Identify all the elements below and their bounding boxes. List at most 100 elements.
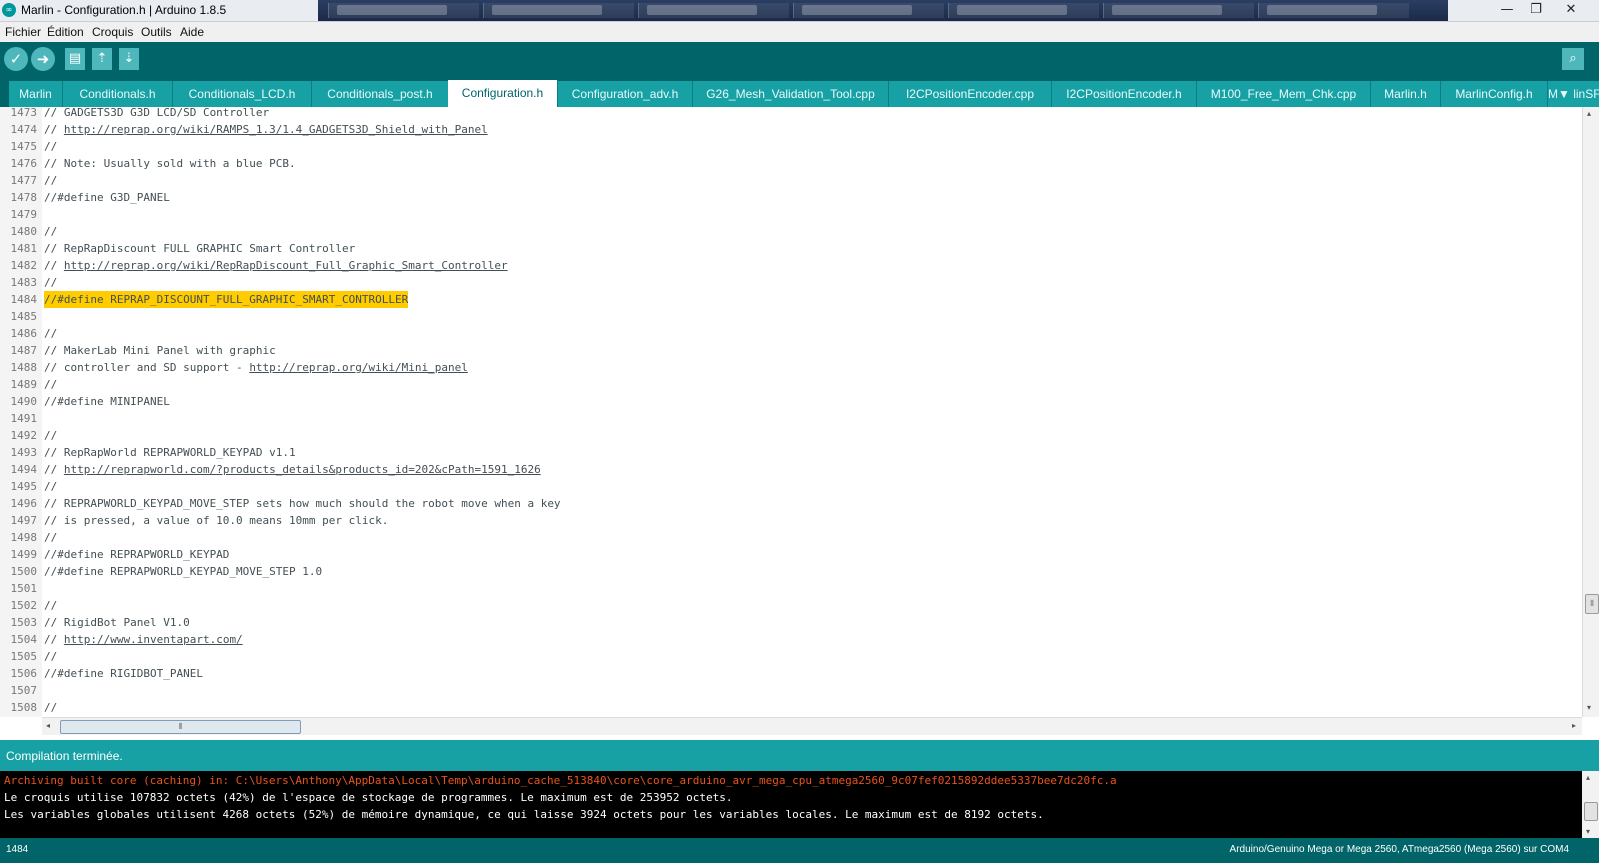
tab-marlinconfig-h[interactable]: MarlinConfig.h [1441,81,1548,107]
editor-horizontal-scrollbar[interactable]: ◂ ⦀ ▸ [42,717,1582,735]
taskbar-item[interactable] [1258,3,1409,18]
tab-i2cpositionencoder-cpp[interactable]: I2CPositionEncoder.cpp [889,81,1052,107]
code-line[interactable]: 1489 // [0,376,1580,393]
code-line[interactable]: 1504 // http://www.inventapart.com/ [0,631,1580,648]
serial-monitor-button[interactable]: ⌕ [1562,48,1584,70]
code-url-link[interactable]: http://reprapworld.com/?products_details… [64,463,541,476]
tab-configuration-adv-h[interactable]: Configuration_adv.h [558,81,693,107]
console-line: Archiving built core (caching) in: C:\Us… [4,774,1117,787]
code-line[interactable]: 1476 // Note: Usually sold with a blue PC… [0,155,1580,172]
tab-more-dropdown[interactable]: M▼ linSF [1548,81,1599,107]
code-line[interactable]: 1484 //#define REPRAP_DISCOUNT_FULL_GRAPH… [0,291,1580,308]
code-line[interactable]: 1496 // REPRAPWORLD_KEYPAD_MOVE_STEP sets… [0,495,1580,512]
code-line[interactable]: 1502 // [0,597,1580,614]
menu-aide[interactable]: Aide [180,25,204,39]
code-line[interactable]: 1485 [0,308,1580,325]
taskbar-item[interactable] [483,3,634,18]
code-text-part: // controller and SD support - [44,361,250,374]
code-text-part: // [44,633,64,646]
code-line[interactable]: 1495 // [0,478,1580,495]
minimize-button[interactable]: — [1494,1,1520,19]
editor-vertical-scroll-thumb[interactable]: ⦀ [1585,594,1599,614]
code-line[interactable]: 1498 // [0,529,1580,546]
console-vertical-scrollbar[interactable]: ▴ ▾ [1582,771,1599,838]
menu-edition[interactable]: Édition [47,25,84,39]
code-line[interactable]: 1497 // is pressed, a value of 10.0 means… [0,512,1580,529]
scroll-down-arrow-icon[interactable]: ▾ [1586,827,1590,836]
scroll-up-arrow-icon[interactable]: ▴ [1586,773,1590,782]
code-text: //#define G3D_PANEL [44,189,170,206]
menu-outils[interactable]: Outils [141,25,172,39]
tab-conditionals-lcd-h[interactable]: Conditionals_LCD.h [173,81,312,107]
menu-fichier[interactable]: Fichier [5,25,41,39]
code-line[interactable]: 1506 //#define RIGIDBOT_PANEL [0,665,1580,682]
code-line[interactable]: 1474 // http://reprap.org/wiki/RAMPS_1.3/… [0,121,1580,138]
tab-configuration-h[interactable]: Configuration.h [448,80,558,107]
code-line[interactable]: 1501 [0,580,1580,597]
code-line[interactable]: 1480 // [0,223,1580,240]
code-url-link[interactable]: http://www.inventapart.com/ [64,633,243,646]
menu-croquis[interactable]: Croquis [92,25,133,39]
code-text-part: // RepRapDiscount FULL GRAPHIC Smart Con… [44,242,356,255]
open-sketch-button[interactable]: ⇡ [92,48,112,70]
code-line[interactable]: 1475 // [0,138,1580,155]
tab-bar: Marlin Conditionals.h Conditionals_LCD.h… [0,79,1599,107]
code-line[interactable]: 1479 [0,206,1580,223]
tab-g26-mesh-validation-tool-cpp[interactable]: G26_Mesh_Validation_Tool.cpp [693,81,889,107]
taskbar-item[interactable] [1103,3,1254,18]
console-vertical-scroll-thumb[interactable] [1584,802,1598,821]
code-url-link[interactable]: http://reprap.org/wiki/RepRapDiscount_Fu… [64,259,508,272]
code-line[interactable]: 1486 // [0,325,1580,342]
code-line[interactable]: 1492 // [0,427,1580,444]
code-line[interactable]: 1494 // http://reprapworld.com/?products_… [0,461,1580,478]
taskbar-item[interactable] [638,3,789,18]
code-line[interactable]: 1483 // [0,274,1580,291]
code-editor[interactable]: 1473// GADGETS3D G3D LCD/SD Controller 14… [0,107,1599,717]
code-text-part: // [44,327,58,340]
tab-conditionals-post-h[interactable]: Conditionals_post.h [312,81,449,107]
code-text-part: // [44,276,58,289]
taskbar-item[interactable] [328,3,479,18]
code-line[interactable]: 1478 //#define G3D_PANEL [0,189,1580,206]
save-sketch-button[interactable]: ⇣ [119,48,139,70]
console-output[interactable]: Archiving built core (caching) in: C:\Us… [0,771,1582,838]
code-line[interactable]: 1499 //#define REPRAPWORLD_KEYPAD [0,546,1580,563]
status-bar: Compilation terminée. [0,740,1599,771]
code-line[interactable]: 1507 [0,682,1580,699]
code-line[interactable]: 1503 // RigidBot Panel V1.0 [0,614,1580,631]
code-line[interactable]: 1481 // RepRapDiscount FULL GRAPHIC Smart… [0,240,1580,257]
code-text: // http://reprapworld.com/?products_deta… [44,461,541,478]
new-sketch-button[interactable]: ▤ [65,48,85,70]
scroll-right-arrow-icon[interactable]: ▸ [1572,721,1576,730]
code-line[interactable]: 1488 // controller and SD support - http:… [0,359,1580,376]
tab-marlin[interactable]: Marlin [9,81,63,107]
code-line[interactable]: 1482 // http://reprap.org/wiki/RepRapDisc… [0,257,1580,274]
code-line[interactable]: 1491 [0,410,1580,427]
tab-i2cpositionencoder-h[interactable]: I2CPositionEncoder.h [1052,81,1197,107]
close-button[interactable]: ✕ [1558,1,1584,19]
code-line[interactable]: 1505 // [0,648,1580,665]
code-line[interactable]: 1487 // MakerLab Mini Panel with graphic [0,342,1580,359]
scroll-down-arrow-icon[interactable]: ▾ [1587,703,1591,712]
editor-horizontal-scroll-thumb[interactable]: ⦀ [60,720,301,734]
code-line[interactable]: 1473 // GADGETS3D G3D LCD/SD Controller [0,107,1580,121]
scroll-up-arrow-icon[interactable]: ▴ [1587,109,1591,118]
scroll-left-arrow-icon[interactable]: ◂ [46,721,50,730]
code-line[interactable]: 1500 //#define REPRAPWORLD_KEYPAD_MOVE_ST… [0,563,1580,580]
tab-marlin-h[interactable]: Marlin.h [1371,81,1441,107]
verify-button[interactable]: ✓ [4,47,28,71]
tab-m100-free-mem-chk-cpp[interactable]: M100_Free_Mem_Chk.cpp [1197,81,1371,107]
code-url-link[interactable]: http://reprap.org/wiki/RAMPS_1.3/1.4_GAD… [64,123,488,136]
code-line[interactable]: 1493 // RepRapWorld REPRAPWORLD_KEYPAD v1… [0,444,1580,461]
code-line[interactable]: 1477 // [0,172,1580,189]
editor-vertical-scrollbar[interactable]: ▴ ⦀ ▾ [1582,107,1599,717]
taskbar-item[interactable] [793,3,944,18]
tab-conditionals-h[interactable]: Conditionals.h [63,81,173,107]
code-text-part: // GADGETS3D G3D LCD/SD Controller [44,107,270,119]
code-line[interactable]: 1490 //#define MINIPANEL [0,393,1580,410]
maximize-button[interactable]: ❐ [1523,1,1549,19]
taskbar-item[interactable] [948,3,1099,18]
upload-button[interactable]: ➜ [31,47,55,71]
code-url-link[interactable]: http://reprap.org/wiki/Mini_panel [249,361,468,374]
code-line[interactable]: 1508 // [0,699,1580,716]
